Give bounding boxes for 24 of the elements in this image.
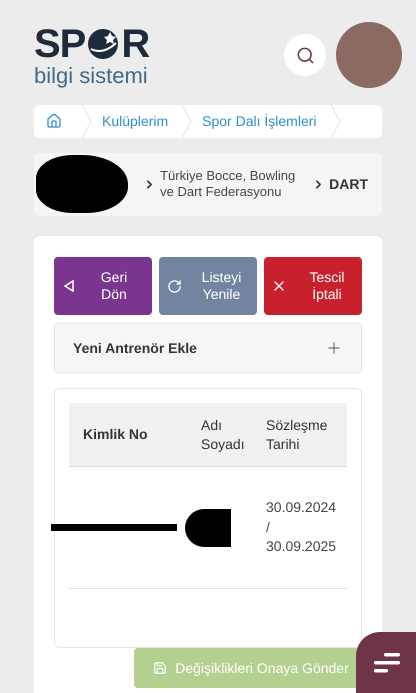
table-cell-text: 30.09.2024 / 30.09.2025 — [266, 498, 338, 556]
column-header: Sözleşme Tarihi — [266, 416, 328, 453]
logo-subtitle: bilgi sistemi — [34, 64, 149, 86]
ball-logo-icon — [86, 26, 120, 60]
breadcrumb-link[interactable]: Spor Dalı İşlemleri — [196, 110, 323, 132]
logo-text: R — [121, 24, 150, 64]
search-button[interactable] — [284, 34, 326, 76]
column-header: Kimlik No — [82, 425, 149, 444]
home-icon — [46, 113, 62, 130]
action-button[interactable]: Geri Dön — [54, 257, 152, 315]
menu-button[interactable] — [356, 632, 416, 693]
triangle-left-icon — [64, 280, 74, 292]
menu-icon — [374, 652, 402, 674]
column-header: Adı Soyadı — [200, 416, 246, 453]
search-icon — [296, 46, 314, 64]
refresh-icon — [166, 278, 182, 294]
breadcrumb-link[interactable]: Kulüplerim — [96, 110, 174, 132]
accordion-header[interactable]: Yeni Antrenör Ekle — [54, 323, 362, 373]
action-button[interactable]: Listeyi Yenile — [159, 257, 257, 315]
logo-text: SP — [34, 24, 86, 64]
context-label: Türkiye Bocce, Bowling ve Dart Federasyonu — [160, 168, 296, 201]
action-button[interactable]: Tescil İptali — [264, 257, 362, 315]
save-icon — [153, 661, 168, 675]
context-label: DART — [329, 174, 368, 194]
